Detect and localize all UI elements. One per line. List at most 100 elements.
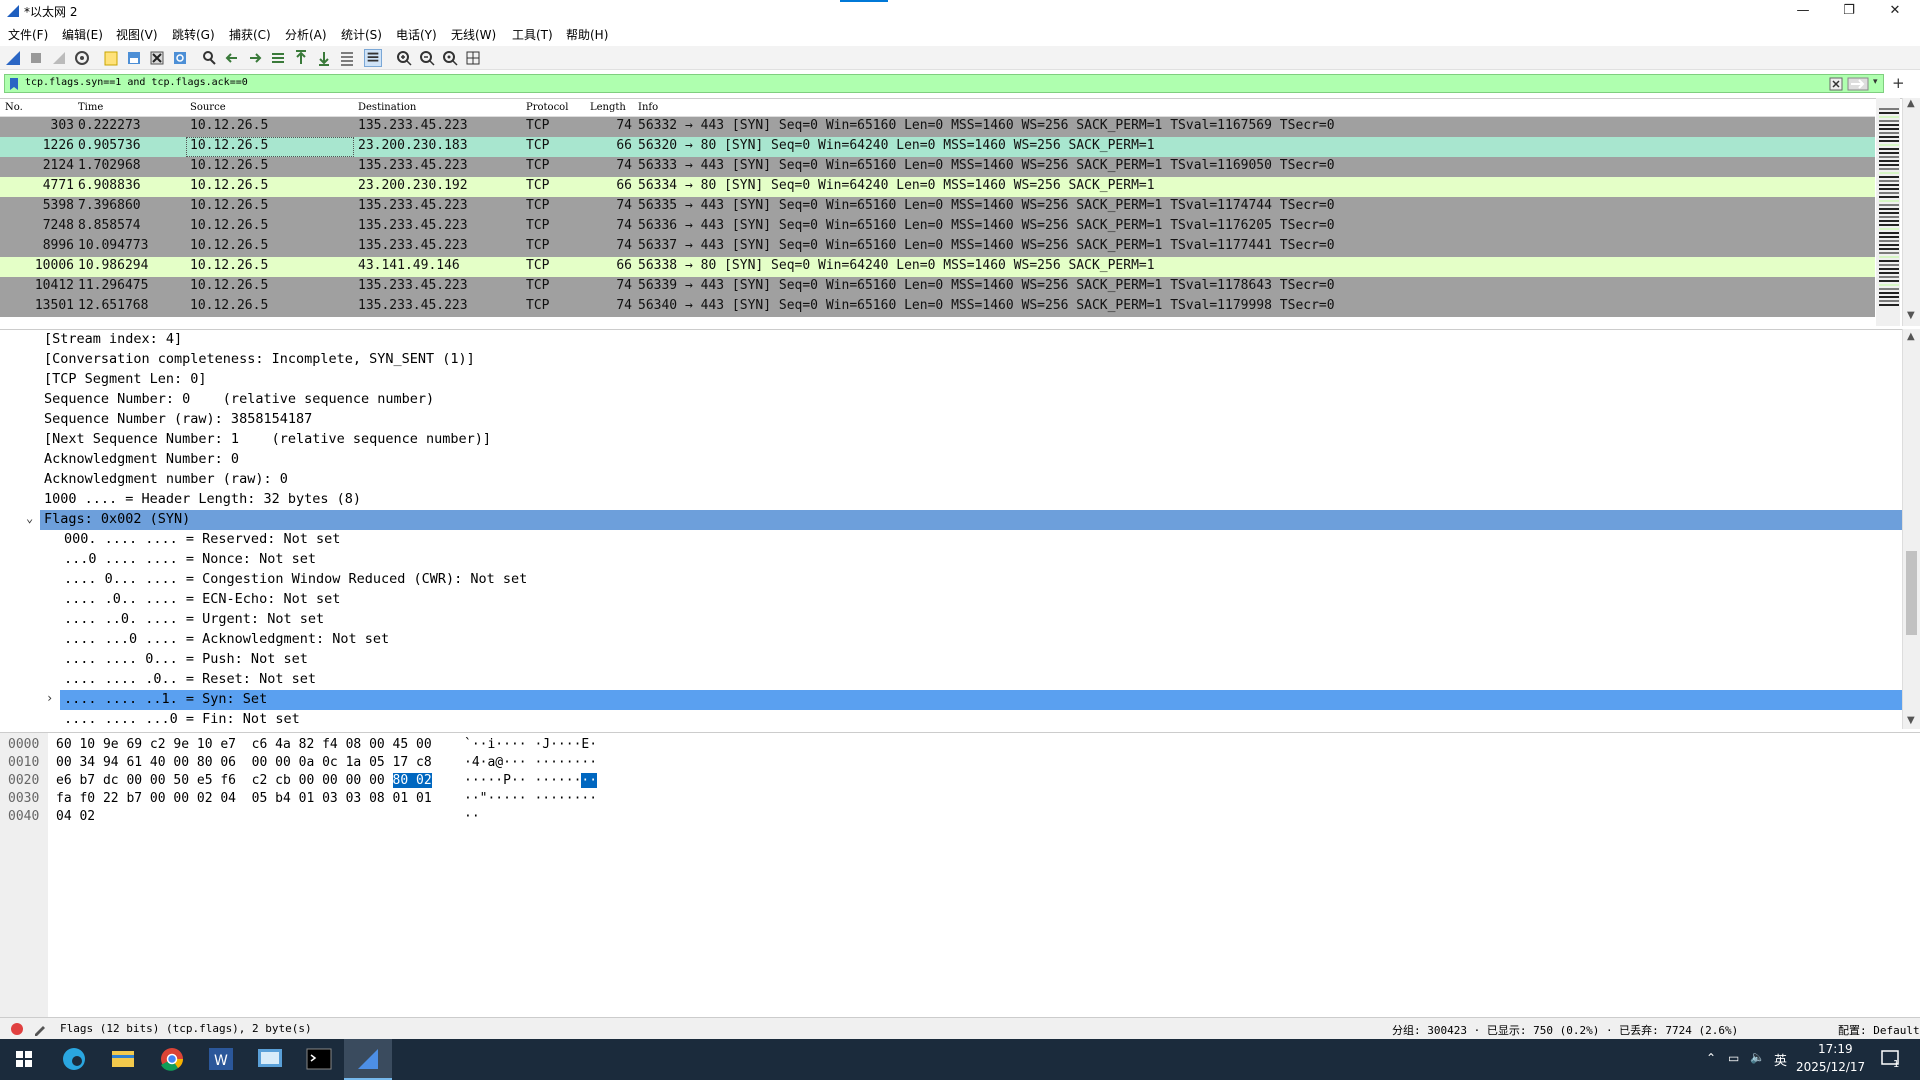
clock-date[interactable]: 2025/12/17 [1796, 1060, 1865, 1074]
column-length[interactable]: Length [590, 102, 626, 113]
ime-indicator[interactable]: 英 [1774, 1050, 1787, 1069]
go-forward-icon[interactable] [246, 49, 264, 67]
find-packet-icon[interactable] [200, 49, 218, 67]
detail-row[interactable]: ...0 .... .... = Nonce: Not set [0, 550, 1902, 570]
minimize-icon[interactable]: — [1780, 0, 1826, 22]
wireshark-taskbar-button[interactable] [344, 1039, 392, 1080]
stop-capture-icon[interactable] [27, 49, 45, 67]
normal-size-icon[interactable] [441, 49, 459, 67]
filter-dropdown-icon[interactable]: ▾ [1873, 77, 1878, 87]
colorize-icon[interactable] [364, 49, 382, 67]
detail-row[interactable]: [Stream index: 4] [0, 330, 1902, 350]
start-icon[interactable] [0, 1039, 48, 1080]
file-explorer-icon[interactable] [99, 1039, 147, 1080]
go-back-icon[interactable] [223, 49, 241, 67]
remote-desktop-icon[interactable] [246, 1039, 294, 1080]
expand-arrow-icon[interactable]: ⌄ [26, 511, 33, 525]
column-time[interactable]: Time [78, 102, 103, 113]
go-to-packet-icon[interactable] [269, 49, 287, 67]
menu-file[interactable]: 文件(F) [8, 26, 48, 43]
restore-icon[interactable]: ❐ [1826, 0, 1872, 22]
capture-options-icon[interactable] [73, 49, 91, 67]
scroll-down-icon[interactable]: ▼ [1907, 715, 1915, 726]
detail-row-selected[interactable]: ⌄ Flags: 0x002 (SYN) [26, 510, 1902, 530]
clock-time[interactable]: 17:19 [1818, 1042, 1853, 1056]
detail-row[interactable]: Sequence Number: 0 (relative sequence nu… [0, 390, 1902, 410]
close-file-icon[interactable] [148, 49, 166, 67]
volume-icon[interactable]: 🔈 [1750, 1050, 1765, 1064]
clear-filter-icon[interactable] [1829, 77, 1843, 91]
zoom-in-icon[interactable] [395, 49, 413, 67]
open-file-icon[interactable] [102, 49, 120, 67]
bytes-hex[interactable]: 04 02 [56, 809, 95, 824]
display-filter-input[interactable]: tcp.flags.syn==1 and tcp.flags.ack==0 ▾ [4, 74, 1884, 93]
bytes-ascii[interactable]: ·4·a@··· ········ [464, 755, 597, 770]
bytes-ascii[interactable]: ··"····· ········ [464, 791, 597, 806]
packet-row[interactable]: 10006 10.986294 10.12.26.5 43.141.49.146 TCP… [0, 257, 1875, 277]
packet-row[interactable]: 303 0.222273 10.12.26.5 135.233.45.223 TCP 74… [0, 117, 1875, 137]
start-capture-icon[interactable] [4, 49, 22, 67]
menu-tools[interactable]: 工具(T) [512, 26, 553, 43]
bytes-ascii[interactable]: ·····P·· ········ [464, 773, 598, 788]
resize-columns-icon[interactable] [464, 49, 482, 67]
column-protocol[interactable]: Protocol [526, 102, 568, 113]
scroll-down-icon[interactable]: ▼ [1907, 310, 1915, 321]
packet-row[interactable]: 8996 10.094773 10.12.26.5 135.233.45.223 TCP… [0, 237, 1875, 257]
packet-row[interactable]: 2124 1.702968 10.12.26.5 135.233.45.223 TCP 7… [0, 157, 1875, 177]
column-info[interactable]: Info [638, 102, 658, 113]
menu-analyze[interactable]: 分析(A) [285, 26, 327, 43]
save-file-icon[interactable] [125, 49, 143, 67]
first-packet-icon[interactable] [292, 49, 310, 67]
bytes-hex[interactable]: 00 34 94 61 40 00 80 06 00 00 0a 0c 1a 0… [56, 755, 432, 770]
detail-row[interactable]: .... .... ...0 = Fin: Not set [0, 710, 1902, 730]
packet-list-scrollbar[interactable]: ▲ ▼ [1902, 98, 1920, 326]
packet-row[interactable]: 7248 8.858574 10.12.26.5 135.233.45.223 TCP 7… [0, 217, 1875, 237]
close-icon[interactable]: ✕ [1872, 0, 1918, 22]
detail-row[interactable]: Acknowledgment Number: 0 [0, 450, 1902, 470]
zoom-out-icon[interactable] [418, 49, 436, 67]
bookmark-icon[interactable] [8, 77, 20, 91]
scroll-up-icon[interactable]: ▲ [1907, 98, 1915, 109]
restart-capture-icon[interactable] [50, 49, 68, 67]
detail-row[interactable]: Sequence Number (raw): 3858154187 [0, 410, 1902, 430]
network-icon[interactable]: ▭ [1728, 1051, 1739, 1065]
menu-view[interactable]: 视图(V) [116, 26, 158, 43]
detail-row[interactable]: .... ..0. .... = Urgent: Not set [0, 610, 1902, 630]
detail-row[interactable]: .... .... 0... = Push: Not set [0, 650, 1902, 670]
column-source[interactable]: Source [190, 102, 226, 113]
detail-row[interactable]: .... 0... .... = Congestion Window Reduc… [0, 570, 1902, 590]
detail-row[interactable]: .... .... .0.. = Reset: Not set [0, 670, 1902, 690]
scroll-up-icon[interactable]: ▲ [1907, 331, 1915, 342]
terminal-icon[interactable] [295, 1039, 343, 1080]
detail-row[interactable]: 000. .... .... = Reserved: Not set [0, 530, 1902, 550]
chrome-icon[interactable] [148, 1039, 196, 1080]
menu-capture[interactable]: 捕获(C) [229, 26, 271, 43]
profile-label[interactable]: 配置: Default [1838, 1022, 1920, 1038]
word-icon[interactable]: W [197, 1039, 245, 1080]
reload-file-icon[interactable] [171, 49, 189, 67]
detail-row[interactable]: .... ...0 .... = Acknowledgment: Not set [0, 630, 1902, 650]
packet-row[interactable]: 4771 6.908836 10.12.26.5 23.200.230.192 TCP 6… [0, 177, 1875, 197]
detail-row[interactable]: 1000 .... = Header Length: 32 bytes (8) [0, 490, 1902, 510]
packet-details-scrollbar[interactable]: ▲ ▼ [1902, 329, 1920, 729]
menu-wireless[interactable]: 无线(W) [451, 26, 496, 43]
auto-scroll-icon[interactable] [338, 49, 356, 67]
bytes-hex[interactable]: 60 10 9e 69 c2 9e 10 e7 c6 4a 82 f4 08 0… [56, 737, 432, 752]
menu-edit[interactable]: 编辑(E) [62, 26, 103, 43]
tray-chevron-icon[interactable]: ⌃ [1706, 1051, 1716, 1065]
display-filter-value[interactable]: tcp.flags.syn==1 and tcp.flags.ack==0 [25, 77, 248, 88]
column-no[interactable]: No. [5, 102, 23, 113]
packet-row[interactable]: 5398 7.396860 10.12.26.5 135.233.45.223 TCP 7… [0, 197, 1875, 217]
detail-row[interactable]: [Conversation completeness: Incomplete, … [0, 350, 1902, 370]
apply-filter-icon[interactable] [1847, 77, 1869, 91]
add-filter-button[interactable]: + [1892, 74, 1905, 92]
menu-statistics[interactable]: 统计(S) [341, 26, 382, 43]
bytes-hex[interactable]: e6 b7 dc 00 00 50 e5 f6 c2 cb 00 00 00 0… [56, 773, 432, 788]
menu-help[interactable]: 帮助(H) [566, 26, 608, 43]
packet-row[interactable]: 1226 0.905736 10.12.26.5 23.200.230.183 TCP 6… [0, 137, 1875, 157]
menu-go[interactable]: 跳转(G) [172, 26, 215, 43]
bytes-ascii[interactable]: ·· [464, 809, 480, 824]
edit-comment-icon[interactable] [32, 1021, 48, 1037]
detail-row-selected[interactable]: › .... .... ..1. = Syn: Set [46, 690, 1902, 710]
bytes-hex[interactable]: fa f0 22 b7 00 00 02 04 05 b4 01 03 03 0… [56, 791, 432, 806]
